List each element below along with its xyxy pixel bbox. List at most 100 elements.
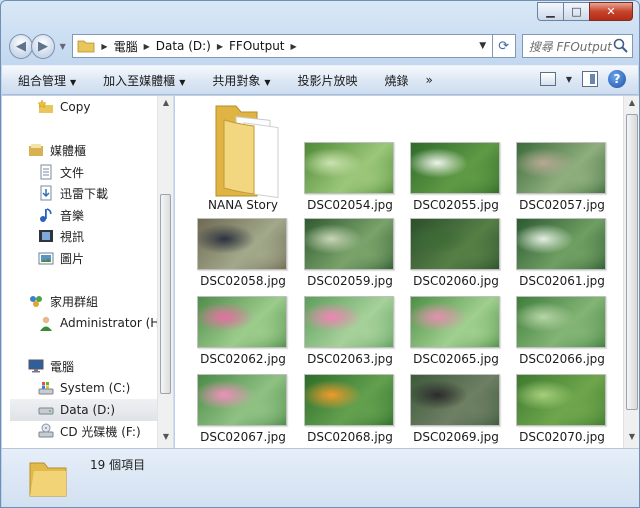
- image-thumbnail: [197, 218, 287, 270]
- homegroup-icon: [30, 296, 42, 307]
- image-file-item[interactable]: DSC02060.jpg: [403, 218, 509, 294]
- navigation-scrollbar[interactable]: ▲ ▼: [157, 96, 173, 448]
- nav-item-computer[interactable]: 電腦: [28, 355, 173, 377]
- nav-item-user[interactable]: Administrator (HU: [38, 312, 173, 334]
- nav-item-label: System (C:): [60, 381, 131, 395]
- breadcrumb-computer[interactable]: 電腦: [114, 38, 138, 55]
- image-file-item[interactable]: DSC02069.jpg: [403, 374, 509, 448]
- nav-item-documents[interactable]: 文件: [38, 161, 173, 183]
- image-file-item[interactable]: DSC02058.jpg: [190, 218, 296, 294]
- preview-pane-icon[interactable]: [582, 71, 598, 87]
- scroll-thumb[interactable]: [626, 114, 638, 410]
- image-file-item[interactable]: DSC02068.jpg: [297, 374, 403, 448]
- nav-item-copy[interactable]: Copy: [38, 96, 173, 118]
- folder-icon: [29, 462, 67, 497]
- file-name: DSC02061.jpg: [519, 274, 605, 288]
- nav-item-videos[interactable]: 視訊: [38, 225, 173, 247]
- nav-item-label: 電腦: [50, 359, 75, 374]
- forward-arrow-icon: ▶: [37, 38, 48, 54]
- nav-item-homegroup[interactable]: 家用群組: [28, 290, 173, 312]
- back-button[interactable]: ◀: [9, 33, 33, 59]
- view-options-dropdown-icon[interactable]: ▼: [566, 75, 572, 84]
- file-name: DSC02062.jpg: [200, 352, 286, 366]
- breadcrumb-separator-icon[interactable]: ▶: [144, 42, 150, 51]
- nav-item-data-drive[interactable]: Data (D:): [10, 399, 158, 421]
- search-box[interactable]: 搜尋 FFOutput: [521, 34, 634, 58]
- search-input[interactable]: 搜尋 FFOutput: [529, 38, 612, 55]
- recent-pages-dropdown[interactable]: ▼: [57, 42, 68, 51]
- file-name: DSC02057.jpg: [519, 198, 605, 212]
- breadcrumb-data-drive[interactable]: Data (D:): [156, 39, 211, 53]
- chevron-down-icon: ▼: [264, 77, 271, 87]
- image-file-item[interactable]: DSC02062.jpg: [190, 296, 296, 372]
- documents-icon: [40, 164, 52, 180]
- file-name: DSC02065.jpg: [413, 352, 499, 366]
- more-commands-button[interactable]: »: [426, 73, 433, 87]
- file-list: NANA Story DSC02054.jpg DSC02055.jpg DSC020…: [175, 96, 623, 448]
- file-name: DSC02055.jpg: [413, 198, 499, 212]
- drive-icon: [38, 407, 54, 415]
- scroll-up-icon[interactable]: ▲: [158, 98, 173, 114]
- chevron-down-icon: ▼: [70, 77, 77, 87]
- breadcrumb-ffoutput[interactable]: FFOutput: [229, 39, 285, 53]
- change-view-icon[interactable]: [539, 72, 556, 86]
- minimize-button[interactable]: ▁: [537, 2, 563, 21]
- image-file-item[interactable]: DSC02059.jpg: [297, 218, 403, 294]
- image-thumbnail: [304, 142, 394, 194]
- image-file-item[interactable]: DSC02070.jpg: [509, 374, 615, 448]
- file-name: NANA Story: [208, 198, 278, 212]
- file-list-scrollbar[interactable]: ▲ ▼: [623, 96, 639, 448]
- command-bar-right: ▼ ?: [539, 70, 626, 88]
- refresh-button[interactable]: ⟳: [492, 34, 516, 58]
- image-file-item[interactable]: DSC02067.jpg: [190, 374, 296, 448]
- folder-item[interactable]: NANA Story: [190, 102, 296, 220]
- slideshow-button[interactable]: 投影片放映: [298, 72, 358, 89]
- image-file-item[interactable]: DSC02065.jpg: [403, 296, 509, 372]
- forward-button[interactable]: ▶: [30, 33, 55, 59]
- image-thumbnail: [410, 296, 500, 348]
- image-thumbnail: [516, 296, 606, 348]
- scroll-down-icon[interactable]: ▼: [158, 432, 173, 448]
- image-file-item[interactable]: DSC02063.jpg: [297, 296, 403, 372]
- close-button[interactable]: ✕: [589, 2, 633, 21]
- share-with-menu[interactable]: 共用對象 ▼: [212, 72, 270, 89]
- nav-item-music[interactable]: 音樂: [38, 204, 173, 226]
- nav-item-pictures[interactable]: 圖片: [38, 247, 173, 269]
- breadcrumb-separator-icon[interactable]: ▶: [217, 42, 223, 51]
- navigation-row: ◀ ▶ ▼ ▶ 電腦 ▶ Data (D:) ▶ FFOutput ▶ ▼ ⟳ …: [9, 31, 634, 61]
- maximize-button[interactable]: □: [563, 2, 589, 21]
- image-file-item[interactable]: DSC02057.jpg: [509, 102, 615, 212]
- item-count: 19 個項目: [90, 458, 146, 472]
- explorer-window: ▁ □ ✕ ◀ ▶ ▼ ▶ 電腦 ▶ Data (D:) ▶ FFOutput …: [0, 0, 640, 508]
- burn-button[interactable]: 燒錄: [385, 72, 409, 89]
- image-thumbnail: [304, 296, 394, 348]
- nav-item-downloads[interactable]: 迅雷下載: [38, 182, 173, 204]
- file-name: DSC02069.jpg: [413, 430, 499, 444]
- image-file-item[interactable]: DSC02061.jpg: [509, 218, 615, 294]
- address-bar[interactable]: ▶ 電腦 ▶ Data (D:) ▶ FFOutput ▶ ▼: [72, 34, 493, 58]
- nav-item-label: 迅雷下載: [60, 186, 109, 201]
- add-to-library-menu[interactable]: 加入至媒體櫃 ▼: [103, 72, 185, 89]
- breadcrumb-separator-icon[interactable]: ▶: [291, 42, 297, 51]
- image-file-item[interactable]: DSC02066.jpg: [509, 296, 615, 372]
- image-file-item[interactable]: DSC02055.jpg: [403, 102, 509, 212]
- nav-item-label: CD 光碟機 (F:): [60, 424, 141, 439]
- scroll-down-icon[interactable]: ▼: [624, 432, 639, 448]
- image-file-item[interactable]: DSC02054.jpg: [297, 102, 403, 212]
- nav-item-libraries[interactable]: 媒體櫃: [28, 139, 173, 161]
- nav-item-label: Copy: [60, 100, 91, 114]
- scroll-thumb[interactable]: [160, 194, 171, 394]
- address-history-dropdown[interactable]: ▼: [474, 41, 492, 51]
- file-name: DSC02070.jpg: [519, 430, 605, 444]
- pictures-icon: [38, 252, 54, 265]
- scroll-up-icon[interactable]: ▲: [624, 98, 639, 114]
- image-thumbnail: [410, 142, 500, 194]
- nav-item-cd-drive[interactable]: CD 光碟機 (F:): [38, 420, 173, 442]
- nav-item-label: Data (D:): [60, 403, 116, 417]
- nav-item-system-drive[interactable]: System (C:): [38, 377, 173, 399]
- breadcrumb-separator-icon[interactable]: ▶: [101, 42, 107, 51]
- image-thumbnail: [516, 142, 606, 194]
- organize-menu[interactable]: 組合管理 ▼: [18, 72, 76, 89]
- nav-item-label: 媒體櫃: [50, 143, 87, 158]
- help-icon[interactable]: ?: [608, 70, 626, 88]
